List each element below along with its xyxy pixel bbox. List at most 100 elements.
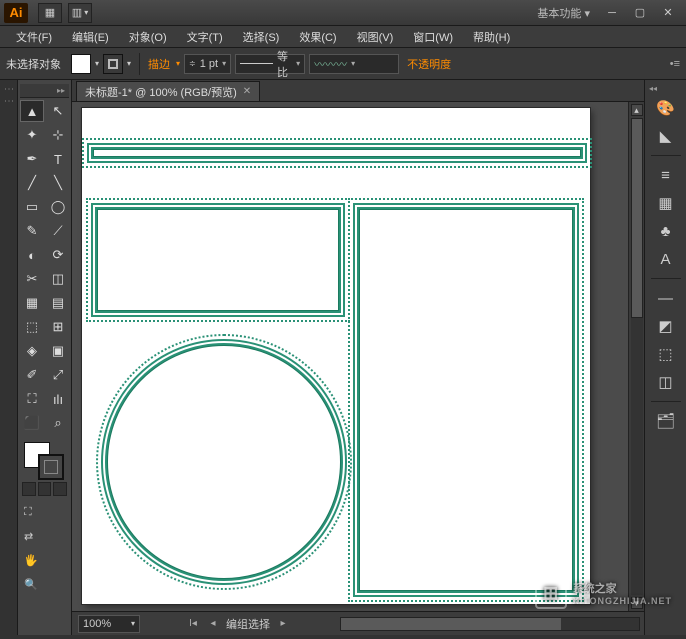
horizontal-scrollbar[interactable] [340, 617, 640, 631]
art-frame-circle[interactable] [106, 344, 342, 580]
selection-tool[interactable]: ▲ [20, 100, 44, 122]
arrange-docs-icon[interactable]: ▥▾ [68, 3, 92, 23]
symbol-tool[interactable]: ⤢ [46, 364, 70, 386]
mode-color[interactable] [22, 482, 36, 496]
main-area: ⋮⋮ ▸▸ ▲ ↖ ✦ ⊹ ✒ T ╱ ╲ ▭ ◯ ✎ ⟋ ◐ ⟳ ✂ ◫ ▦ … [0, 80, 686, 635]
pen-tool[interactable]: ✒ [20, 148, 44, 170]
artboard-first-icon[interactable]: I◂ [186, 617, 200, 631]
mode-none[interactable] [53, 482, 67, 496]
menu-bar: 文件(F) 编辑(E) 对象(O) 文字(T) 选择(S) 效果(C) 视图(V… [0, 26, 686, 48]
horizontal-scroll-thumb[interactable] [341, 618, 561, 630]
fill-stroke-swatches[interactable] [20, 440, 69, 480]
control-bar-menu-icon[interactable]: •≡ [670, 58, 680, 70]
transparency-panel-icon[interactable]: ◩ [652, 313, 680, 339]
lasso-tool[interactable]: ⊹ [46, 124, 70, 146]
type-tool[interactable]: T [46, 148, 70, 170]
toolbox: ▸▸ ▲ ↖ ✦ ⊹ ✒ T ╱ ╲ ▭ ◯ ✎ ⟋ ◐ ⟳ ✂ ◫ ▦ ▤ ⬚… [18, 80, 72, 635]
menu-type[interactable]: 文字(T) [177, 29, 233, 45]
gradient-tool[interactable]: ◈ [20, 340, 44, 362]
art-frame-rect-small[interactable] [96, 208, 340, 312]
maximize-button[interactable]: ▢ [626, 4, 654, 22]
status-mode-label: 编组选择 [226, 616, 270, 632]
symbols-panel-icon[interactable]: ♣ [652, 218, 680, 244]
vertical-scrollbar[interactable]: ▴ ▾ [628, 102, 644, 611]
stroke-color-icon[interactable] [38, 454, 64, 480]
document-area: 未标题-1* @ 100% (RGB/预览) ✕ ▴ ▾ 100%▾ [72, 80, 644, 635]
control-bar: 未选择对象 ▾ ▾ 描边 ▾ ≑1 pt▾ 等比▾ 〰〰〰▾ 不透明度 •≡ [0, 48, 686, 80]
profile-dropdown[interactable]: 等比▾ [235, 54, 305, 74]
document-tab[interactable]: 未标题-1* @ 100% (RGB/预览) ✕ [76, 81, 260, 101]
artboard[interactable] [82, 108, 590, 604]
stroke-weight-input[interactable]: ≑1 pt▾ [184, 54, 231, 74]
artboard-tool[interactable]: ⛶ [20, 388, 44, 410]
brush-tool[interactable]: ✎ [20, 220, 44, 242]
left-dock-strip[interactable]: ⋮⋮ [0, 80, 18, 635]
menu-window[interactable]: 窗口(W) [403, 29, 463, 45]
zoom-dropdown[interactable]: 100%▾ [78, 615, 140, 633]
zoom-tool[interactable]: 🔍 [24, 574, 46, 594]
dock-collapse-icon[interactable]: ◂◂ [649, 84, 657, 93]
rotate-tool[interactable]: ⟳ [46, 244, 70, 266]
zoom-tool-alt[interactable]: ⌕ [46, 412, 70, 434]
width-tool[interactable]: ◫ [46, 268, 70, 290]
slice-tool[interactable]: ⬛ [20, 412, 44, 434]
bridge-icon[interactable]: ▦ [38, 3, 62, 23]
menu-object[interactable]: 对象(O) [119, 29, 177, 45]
menu-help[interactable]: 帮助(H) [463, 29, 520, 45]
graphic-styles-panel-icon[interactable]: ◫ [652, 369, 680, 395]
character-panel-icon[interactable]: A [652, 246, 680, 272]
scissors-tool[interactable]: ✂ [20, 268, 44, 290]
eyedropper-tool[interactable]: ▣ [46, 340, 70, 362]
blend-tool[interactable]: ✐ [20, 364, 44, 386]
art-border-strip[interactable] [92, 148, 582, 158]
fill-swatch[interactable] [71, 54, 91, 74]
segment-tool[interactable]: ╲ [46, 172, 70, 194]
ellipse-tool[interactable]: ◯ [46, 196, 70, 218]
menu-effect[interactable]: 效果(C) [289, 29, 346, 45]
document-tab-row: 未标题-1* @ 100% (RGB/预览) ✕ [72, 80, 644, 102]
layers-panel-icon[interactable]: 🗂 [652, 408, 680, 434]
screen-mode-tool[interactable]: ⛶ [24, 502, 46, 522]
color-panel-icon[interactable]: 🎨 [652, 95, 680, 121]
blob-tool[interactable]: ◐ [20, 244, 44, 266]
stroke-label[interactable]: 描边 [148, 56, 170, 72]
appearance-panel-icon[interactable]: ⬚ [652, 341, 680, 367]
mode-gradient[interactable] [38, 482, 52, 496]
line-tool[interactable]: ╱ [20, 172, 44, 194]
art-frame-rect-tall[interactable] [358, 208, 574, 592]
direct-selection-tool[interactable]: ↖ [46, 100, 70, 122]
stroke-swatch[interactable] [103, 54, 123, 74]
hand-tool[interactable]: 🖐 [24, 550, 46, 570]
toolbox-collapse[interactable]: ▸▸ [20, 84, 69, 98]
magic-wand-tool[interactable]: ✦ [20, 124, 44, 146]
graph-tool[interactable]: ılı [46, 388, 70, 410]
scroll-down-icon[interactable]: ▾ [631, 597, 643, 609]
rectangle-tool[interactable]: ▭ [20, 196, 44, 218]
minimize-button[interactable]: ─ [598, 4, 626, 22]
close-tab-icon[interactable]: ✕ [243, 86, 251, 97]
opacity-label[interactable]: 不透明度 [407, 56, 451, 72]
status-dropdown-icon[interactable]: ▸ [276, 617, 290, 631]
canvas[interactable] [72, 102, 628, 611]
vertical-scroll-thumb[interactable] [631, 118, 643, 318]
menu-view[interactable]: 视图(V) [347, 29, 404, 45]
swatches-panel-icon[interactable]: ▦ [652, 190, 680, 216]
artboard-prev-icon[interactable]: ◂ [206, 617, 220, 631]
shape-builder-tool[interactable]: ▤ [46, 292, 70, 314]
pencil-tool[interactable]: ⟋ [46, 220, 70, 242]
brush-dropdown[interactable]: 〰〰〰▾ [309, 54, 399, 74]
color-guide-panel-icon[interactable]: ◣ [652, 123, 680, 149]
menu-edit[interactable]: 编辑(E) [62, 29, 119, 45]
color-mode-row [20, 482, 69, 496]
scroll-up-icon[interactable]: ▴ [631, 104, 643, 116]
change-screen-tool[interactable]: ⇄ [24, 526, 46, 546]
workspace-switcher[interactable]: 基本功能 ▾ [537, 5, 590, 21]
free-transform-tool[interactable]: ▦ [20, 292, 44, 314]
brushes-panel-icon[interactable]: — [652, 285, 680, 311]
stroke-panel-icon[interactable]: ≡ [652, 162, 680, 188]
close-window-button[interactable]: ✕ [654, 4, 682, 22]
menu-select[interactable]: 选择(S) [233, 29, 290, 45]
perspective-tool[interactable]: ⬚ [20, 316, 44, 338]
menu-file[interactable]: 文件(F) [6, 29, 62, 45]
mesh-tool[interactable]: ⊞ [46, 316, 70, 338]
